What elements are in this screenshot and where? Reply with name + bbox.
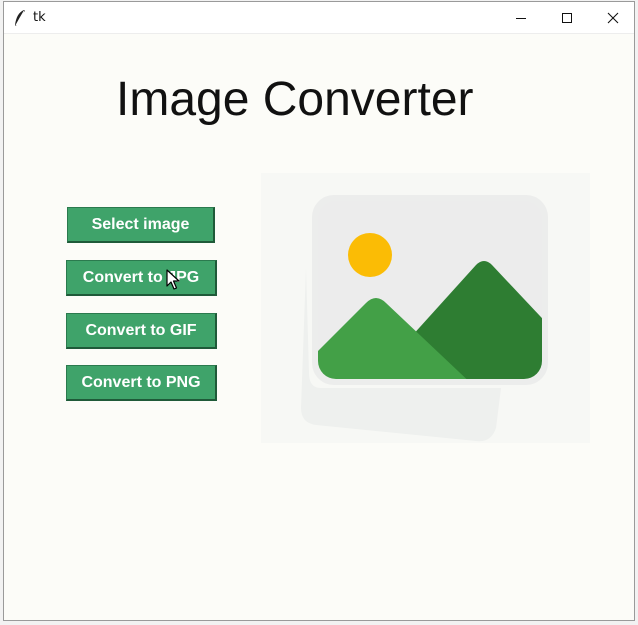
minimize-button[interactable] <box>498 2 544 33</box>
title-bar[interactable]: tk <box>4 2 634 34</box>
convert-to-gif-button[interactable]: Convert to GIF <box>66 313 217 349</box>
app-window: tk Image Converter Select image Convert … <box>3 1 635 621</box>
window-title: tk <box>33 10 46 25</box>
maximize-icon <box>562 12 572 23</box>
convert-to-png-button[interactable]: Convert to PNG <box>66 365 217 401</box>
minimize-icon <box>516 17 526 19</box>
close-button[interactable] <box>590 2 636 33</box>
maximize-button[interactable] <box>544 2 590 33</box>
page-title: Image Converter <box>116 73 474 126</box>
image-preview <box>261 173 590 443</box>
select-image-button[interactable]: Select image <box>67 207 215 243</box>
image-placeholder-icon <box>301 195 548 442</box>
close-icon <box>607 12 619 23</box>
feather-icon <box>15 10 25 26</box>
convert-to-jpg-button[interactable]: Convert to JPG <box>66 260 217 296</box>
